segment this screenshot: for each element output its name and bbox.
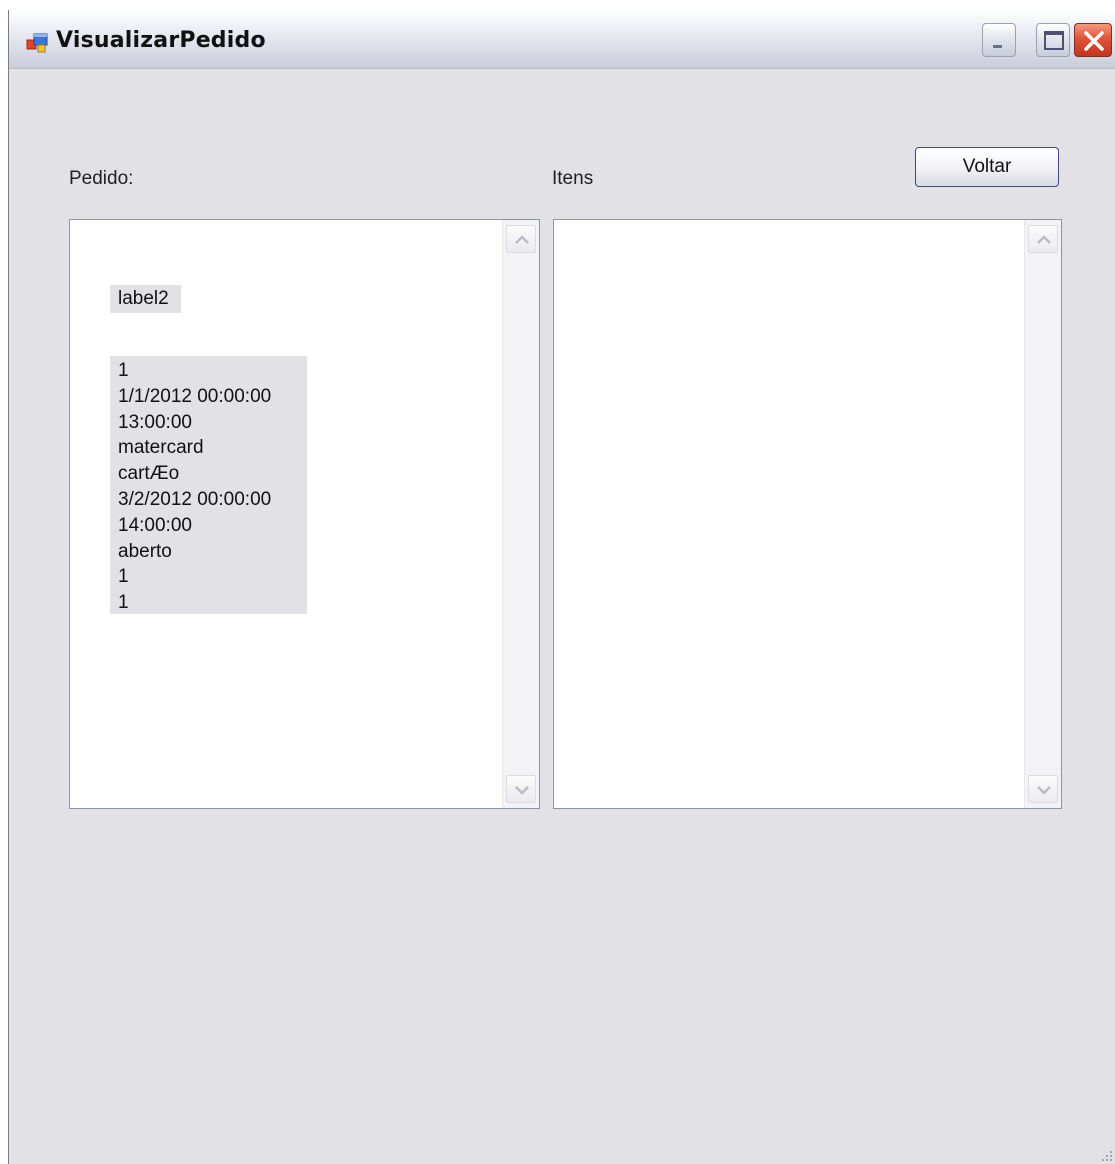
chevron-down-icon [1037, 786, 1051, 795]
detail-line: aberto [118, 540, 172, 562]
minimize-button[interactable] [982, 23, 1016, 57]
detail-line: 13:00:00 [118, 411, 192, 433]
minimize-icon [993, 45, 1002, 48]
pedido-vertical-scrollbar[interactable] [502, 220, 539, 808]
chevron-up-icon [1037, 235, 1051, 244]
maximize-icon [1044, 31, 1064, 50]
chevron-up-icon [515, 235, 529, 244]
pedido-label: Pedido: [69, 168, 134, 189]
scroll-up-button[interactable] [506, 225, 536, 253]
scroll-up-button[interactable] [1028, 225, 1058, 253]
detail-line: cartÆo [118, 463, 180, 485]
detail-line: 3/2/2012 00:00:00 [118, 488, 272, 510]
itens-label: Itens [552, 168, 594, 189]
scroll-down-button[interactable] [1028, 775, 1058, 803]
maximize-button[interactable] [1036, 23, 1070, 57]
detail-line: 1 [118, 566, 129, 588]
close-button[interactable] [1074, 23, 1112, 57]
detail-line: matercard [118, 437, 204, 459]
resize-grip-icon[interactable] [1099, 1148, 1113, 1162]
detail-line: 14:00:00 [118, 514, 192, 536]
chevron-down-icon [515, 786, 529, 795]
itens-vertical-scrollbar[interactable] [1024, 220, 1061, 808]
app-window-icon [26, 33, 48, 53]
itens-panel[interactable] [553, 219, 1062, 809]
window-title: VisualizarPedido [56, 28, 266, 53]
app-window: VisualizarPedido Pedido: Itens Voltar la… [8, 10, 1115, 1164]
scroll-down-button[interactable] [506, 775, 536, 803]
voltar-button[interactable]: Voltar [915, 147, 1059, 187]
close-icon [1084, 31, 1104, 51]
pedido-panel[interactable]: label2 1 1/1/2012 00:00:00 13:00:00 mate… [69, 219, 540, 809]
detail-line: 1/1/2012 00:00:00 [118, 385, 272, 407]
pedido-details-label: 1 1/1/2012 00:00:00 13:00:00 matercard c… [110, 356, 307, 614]
detail-line: 1 [118, 592, 129, 614]
title-bar[interactable]: VisualizarPedido [9, 10, 1115, 69]
label2: label2 [110, 285, 181, 313]
detail-line: 1 [118, 360, 129, 381]
